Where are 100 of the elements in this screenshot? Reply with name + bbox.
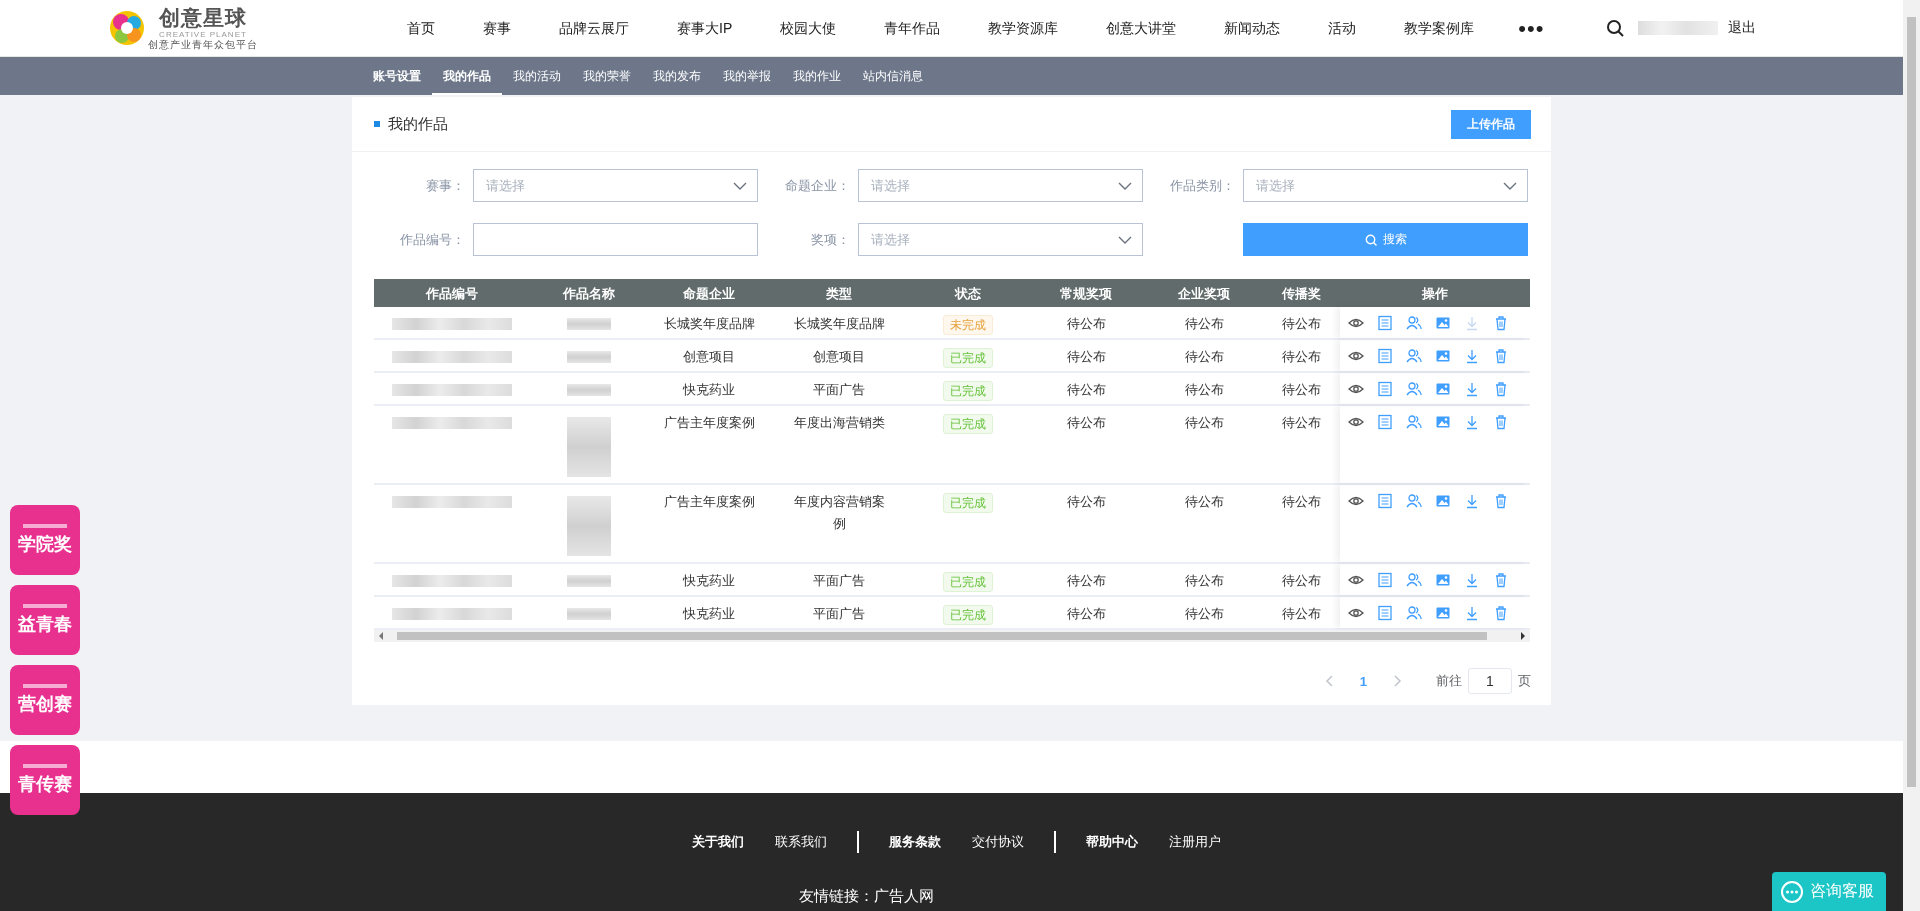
card-title: 我的作品 — [388, 114, 448, 134]
footer-link[interactable]: 关于我们 — [692, 833, 744, 851]
people-icon[interactable] — [1406, 414, 1422, 430]
section-heading: 账号设置 — [372, 68, 422, 85]
footer-link[interactable]: 帮助中心 — [1086, 833, 1138, 851]
document-icon[interactable] — [1377, 572, 1393, 588]
column-header: 作品编号 — [424, 286, 479, 303]
nav-link[interactable]: 品牌云展厅 — [535, 0, 653, 57]
table-cell-text: 待公布 — [1281, 573, 1322, 590]
tab[interactable]: 我的发布 — [642, 57, 712, 95]
table-cell-text: 广告主年度案例 — [662, 415, 756, 432]
tab[interactable]: 站内信消息 — [852, 57, 934, 95]
promo-badge[interactable]: 益青春 — [10, 585, 80, 655]
download-icon[interactable] — [1464, 414, 1480, 430]
download-icon[interactable] — [1464, 493, 1480, 509]
promo-badge[interactable]: 学院奖 — [10, 505, 80, 575]
image-icon[interactable] — [1435, 414, 1451, 430]
status-tag: 已完成 — [943, 348, 993, 368]
table-cell-text: 待公布 — [1065, 349, 1107, 366]
table-cell-text: 待公布 — [1183, 415, 1225, 432]
nav-link[interactable]: 活动 — [1304, 0, 1381, 57]
download-icon[interactable] — [1464, 348, 1480, 364]
trash-icon[interactable] — [1493, 414, 1509, 430]
more-menu[interactable]: ••• — [1498, 0, 1565, 57]
trash-icon[interactable] — [1493, 572, 1509, 588]
status-tag: 已完成 — [943, 493, 993, 513]
people-icon[interactable] — [1406, 315, 1422, 331]
tab[interactable]: 我的荣誉 — [572, 57, 642, 95]
nav-link[interactable]: 教学资源库 — [964, 0, 1083, 57]
download-icon[interactable] — [1464, 315, 1480, 331]
footer-link[interactable]: 服务条款 — [889, 833, 941, 851]
square-bullet-icon — [374, 121, 380, 127]
tab[interactable]: 我的作业 — [782, 57, 852, 95]
document-icon[interactable] — [1377, 381, 1393, 397]
table-cell-text: 快克药业 — [682, 606, 736, 623]
document-icon[interactable] — [1377, 493, 1393, 509]
column-header: 状态 — [953, 286, 982, 303]
trash-icon[interactable] — [1493, 348, 1509, 364]
trash-icon[interactable] — [1493, 315, 1509, 331]
logout-link[interactable]: 退出 — [1728, 19, 1757, 37]
trash-icon[interactable] — [1493, 605, 1509, 621]
horizontal-scrollbar[interactable] — [374, 630, 1530, 642]
document-icon[interactable] — [1377, 348, 1393, 364]
nav-link[interactable]: 创意大讲堂 — [1082, 0, 1201, 57]
footer-link[interactable]: 交付协议 — [972, 833, 1024, 851]
nav-link[interactable]: 教学案例库 — [1380, 0, 1499, 57]
nav-link[interactable]: 校园大使 — [756, 0, 861, 57]
image-icon[interactable] — [1435, 381, 1451, 397]
table-cell-text: 待公布 — [1281, 494, 1322, 511]
status-tag: 已完成 — [943, 605, 993, 625]
download-icon[interactable] — [1464, 572, 1480, 588]
redacted-text — [567, 318, 611, 330]
redacted-text — [567, 417, 611, 477]
column-header: 传播奖 — [1280, 286, 1322, 303]
image-icon[interactable] — [1435, 348, 1451, 364]
image-icon[interactable] — [1435, 605, 1451, 621]
nav-link[interactable]: 赛事大IP — [653, 0, 757, 57]
people-icon[interactable] — [1406, 348, 1422, 364]
document-icon[interactable] — [1377, 315, 1393, 331]
document-icon[interactable] — [1377, 414, 1393, 430]
footer-link[interactable]: 注册用户 — [1169, 833, 1221, 851]
text-input[interactable] — [473, 223, 758, 256]
table-cell-text: 待公布 — [1065, 606, 1107, 623]
download-icon[interactable] — [1464, 605, 1480, 621]
table-cell-text: 快克药业 — [682, 382, 736, 399]
image-icon[interactable] — [1435, 315, 1451, 331]
column-header: 作品名称 — [561, 286, 616, 303]
people-icon[interactable] — [1406, 605, 1422, 621]
download-icon[interactable] — [1464, 381, 1480, 397]
table-cell-text: 快克药业 — [682, 573, 736, 590]
promo-badge[interactable]: 青传赛 — [10, 745, 80, 815]
chevron-left-icon[interactable] — [1324, 675, 1334, 687]
table-cell-text: 待公布 — [1281, 415, 1322, 432]
nav-link[interactable]: 首页 — [383, 0, 459, 57]
trash-icon[interactable] — [1493, 381, 1509, 397]
chevron-right-icon[interactable] — [1393, 675, 1402, 687]
people-icon[interactable] — [1406, 381, 1422, 397]
search-icon[interactable] — [1606, 19, 1625, 37]
redacted-text — [567, 496, 611, 556]
redacted-text — [567, 351, 611, 363]
filter-label: 作品编号： — [399, 230, 466, 249]
select-placeholder: 请选择 — [1256, 176, 1295, 195]
nav-link[interactable]: 青年作品 — [860, 0, 965, 57]
image-icon[interactable] — [1435, 493, 1451, 509]
page-input[interactable]: 1 — [1468, 668, 1512, 694]
document-icon[interactable] — [1377, 605, 1393, 621]
nav-link[interactable]: 新闻动态 — [1200, 0, 1305, 57]
promo-badge[interactable]: 营创赛 — [10, 665, 80, 735]
nav-link[interactable]: 赛事 — [459, 0, 535, 57]
footer-link[interactable]: 联系我们 — [775, 833, 827, 851]
people-icon[interactable] — [1406, 493, 1422, 509]
trash-icon[interactable] — [1493, 493, 1509, 509]
column-header: 操作 — [1421, 286, 1449, 303]
chevron-down-icon — [1118, 234, 1132, 245]
image-icon[interactable] — [1435, 572, 1451, 588]
filter-label: 赛事： — [425, 176, 466, 195]
tab[interactable]: 我的活动 — [502, 57, 572, 95]
people-icon[interactable] — [1406, 572, 1422, 588]
tab[interactable]: 我的举报 — [712, 57, 782, 95]
filter-label: 命题企业： — [784, 176, 851, 195]
